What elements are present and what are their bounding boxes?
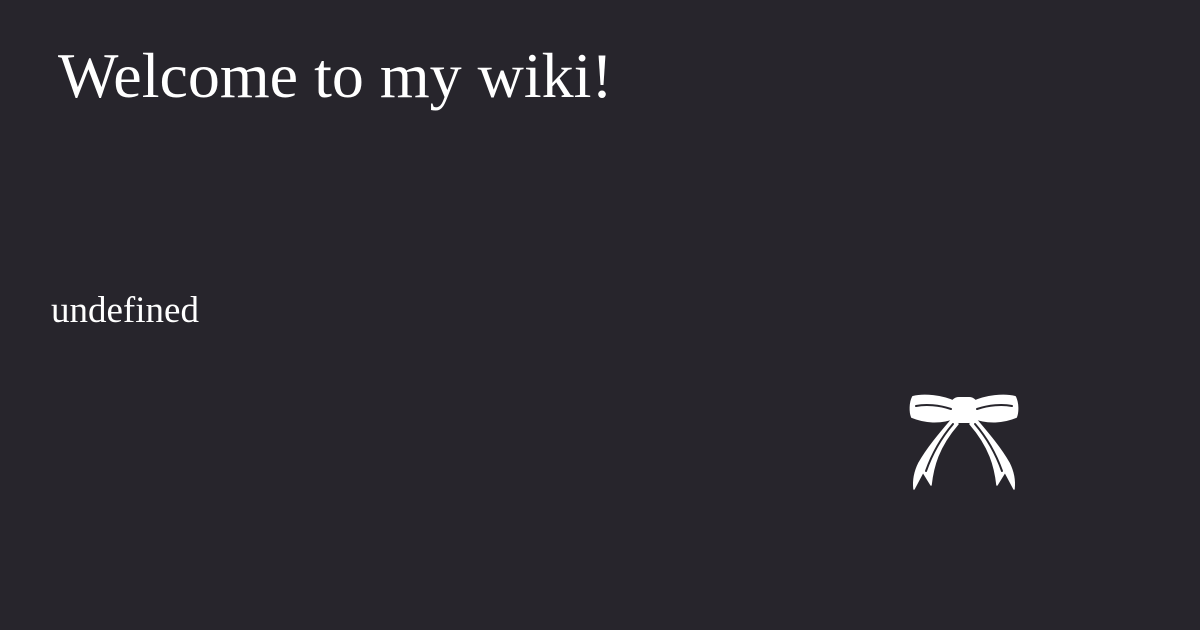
- bow-icon: [909, 394, 1019, 490]
- page-title: Welcome to my wiki!: [58, 40, 613, 111]
- wiki-preview-card: Welcome to my wiki! undefined: [0, 0, 1200, 630]
- page-subtitle: undefined: [51, 290, 199, 331]
